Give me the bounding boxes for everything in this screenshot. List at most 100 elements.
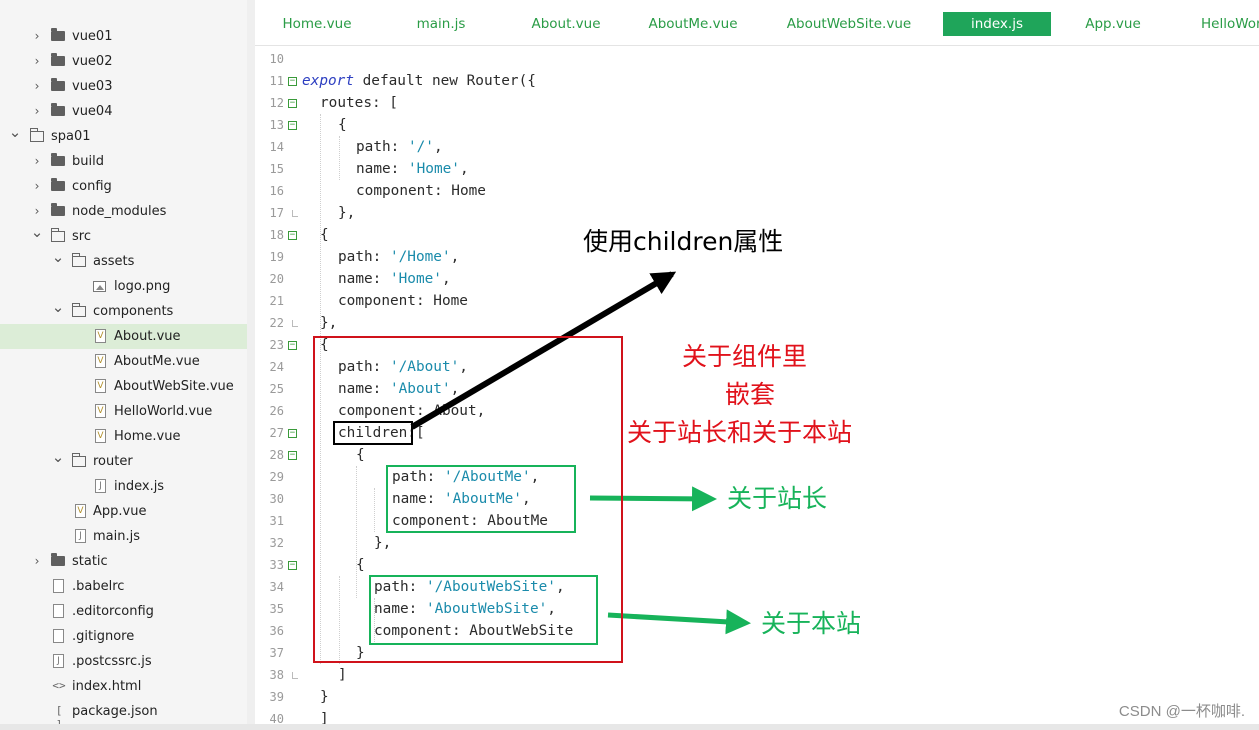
tree-item-src[interactable]: ⌄ src bbox=[0, 224, 247, 249]
code-line: export default new Router({ bbox=[302, 73, 536, 89]
tree-item-label: .gitignore bbox=[72, 629, 135, 644]
line-number: 30 bbox=[269, 492, 284, 506]
tree-item-label: main.js bbox=[93, 529, 140, 544]
fold-toggle-icon[interactable]: − bbox=[288, 99, 297, 108]
chevron-right-icon[interactable]: › bbox=[30, 53, 44, 69]
line-number: 12 bbox=[269, 96, 284, 110]
nested-title-line2: 嵌套 bbox=[725, 380, 776, 409]
folder-open-icon bbox=[71, 453, 86, 467]
tree-item-package-json[interactable]: [ ] package.json bbox=[0, 699, 247, 724]
tree-item-label: config bbox=[72, 179, 112, 194]
tree-item-components[interactable]: ⌄ components bbox=[0, 299, 247, 324]
code-line: { bbox=[320, 227, 329, 243]
line-number: 39 bbox=[269, 690, 284, 704]
chevron-right-icon[interactable]: › bbox=[30, 553, 44, 569]
tree-item-helloworld-vue[interactable]: V HelloWorld.vue bbox=[0, 399, 247, 424]
tree-item-config[interactable]: › config bbox=[0, 174, 247, 199]
tree-item-label: node_modules bbox=[72, 204, 167, 219]
json-file-icon: [ ] bbox=[55, 704, 63, 724]
tree-item-label: .babelrc bbox=[72, 579, 125, 594]
fold-end-marker bbox=[292, 210, 298, 217]
fold-toggle-icon[interactable]: − bbox=[288, 77, 297, 86]
tree-item-vue03[interactable]: › vue03 bbox=[0, 74, 247, 99]
tree-item-home-vue[interactable]: V Home.vue bbox=[0, 424, 247, 449]
fold-end-marker bbox=[292, 320, 298, 327]
line-number: 16 bbox=[269, 184, 284, 198]
tab-hellowor[interactable]: HelloWor bbox=[1201, 12, 1259, 36]
tree-item-logo-png[interactable]: logo.png bbox=[0, 274, 247, 299]
line-number: 24 bbox=[269, 360, 284, 374]
tree-item-vue02[interactable]: › vue02 bbox=[0, 49, 247, 74]
fold-toggle-icon[interactable]: − bbox=[288, 231, 297, 240]
tab-app-vue[interactable]: App.vue bbox=[1068, 12, 1158, 36]
folder-open-icon bbox=[50, 228, 65, 242]
plain-file-icon bbox=[53, 604, 64, 618]
code-line: name: 'Home', bbox=[338, 271, 451, 287]
tree-item-main-js[interactable]: Jmain.js bbox=[0, 524, 247, 549]
tree-item-label: App.vue bbox=[93, 504, 147, 519]
js-file-icon: J bbox=[95, 479, 106, 493]
fold-toggle-icon[interactable]: − bbox=[288, 121, 297, 130]
fold-toggle-icon[interactable]: − bbox=[288, 429, 297, 438]
tree-item-label: router bbox=[93, 454, 133, 469]
line-number: 19 bbox=[269, 250, 284, 264]
tree-item-label: vue02 bbox=[72, 54, 113, 69]
nested-title-line1: 关于组件里 bbox=[682, 342, 808, 371]
folder-open-icon bbox=[71, 303, 86, 317]
chevron-down-icon[interactable]: ⌄ bbox=[51, 299, 65, 315]
line-number: 28 bbox=[269, 448, 284, 462]
tree-item-gitignore[interactable]: .gitignore bbox=[0, 624, 247, 649]
fold-toggle-icon[interactable]: − bbox=[288, 561, 297, 570]
chevron-down-icon[interactable]: ⌄ bbox=[8, 124, 22, 140]
folder-icon bbox=[51, 153, 65, 166]
chevron-right-icon[interactable]: › bbox=[30, 153, 44, 169]
chevron-right-icon[interactable]: › bbox=[30, 178, 44, 194]
tab-main-js[interactable]: main.js bbox=[383, 12, 499, 36]
tree-item-label: logo.png bbox=[114, 279, 171, 294]
tree-item-aboutwebsite-vue[interactable]: V AboutWebSite.vue bbox=[0, 374, 247, 399]
tree-item-static[interactable]: › static bbox=[0, 549, 247, 574]
tree-item-about-vue[interactable]: V About.vue bbox=[0, 324, 247, 349]
code-line: } bbox=[320, 689, 329, 705]
tree-item-label: About.vue bbox=[114, 329, 181, 344]
tree-item-assets[interactable]: ⌄ assets bbox=[0, 249, 247, 274]
tab-aboutwebsite-vue[interactable]: AboutWebSite.vue bbox=[754, 12, 944, 36]
chevron-down-icon[interactable]: ⌄ bbox=[51, 249, 65, 265]
tree-item-vue04[interactable]: › vue04 bbox=[0, 99, 247, 124]
tree-item-index-html[interactable]: <> index.html bbox=[0, 674, 247, 699]
tree-item-node-modules[interactable]: › node_modules bbox=[0, 199, 247, 224]
chevron-down-icon[interactable]: ⌄ bbox=[51, 449, 65, 465]
line-number: 40 bbox=[269, 712, 284, 724]
tree-item-aboutme-vue[interactable]: V AboutMe.vue bbox=[0, 349, 247, 374]
tree-item-editorconfig[interactable]: .editorconfig bbox=[0, 599, 247, 624]
tree-item-spa01[interactable]: ⌄ spa01 bbox=[0, 124, 247, 149]
vue-file-icon: V bbox=[95, 404, 106, 418]
js-file-icon: J bbox=[53, 654, 64, 668]
tree-item-build[interactable]: › build bbox=[0, 149, 247, 174]
tree-item-label: assets bbox=[93, 254, 135, 269]
chevron-right-icon[interactable]: › bbox=[30, 78, 44, 94]
chevron-right-icon[interactable]: › bbox=[30, 103, 44, 119]
tree-item-app-vue[interactable]: V App.vue bbox=[0, 499, 247, 524]
fold-toggle-icon[interactable]: − bbox=[288, 341, 297, 350]
nested-title-line3: 关于站长和关于本站 bbox=[627, 418, 853, 447]
tree-item-router[interactable]: ⌄ router bbox=[0, 449, 247, 474]
js-file-icon: J bbox=[75, 529, 86, 543]
fold-toggle-icon[interactable]: − bbox=[288, 451, 297, 460]
tree-item-vue01[interactable]: › vue01 bbox=[0, 24, 247, 49]
tree-item-label: AboutWebSite.vue bbox=[114, 379, 234, 394]
chevron-down-icon[interactable]: ⌄ bbox=[30, 224, 44, 240]
code-line: ] bbox=[320, 711, 329, 724]
tree-item-postcssrc-js[interactable]: J .postcssrc.js bbox=[0, 649, 247, 674]
tab-home-vue[interactable]: Home.vue bbox=[255, 12, 379, 36]
tree-item-index-js[interactable]: Jindex.js bbox=[0, 474, 247, 499]
line-number: 11 bbox=[269, 74, 284, 88]
tree-item-babelrc[interactable]: .babelrc bbox=[0, 574, 247, 599]
sidebar-splitter[interactable] bbox=[247, 0, 255, 724]
code-line: }, bbox=[320, 315, 338, 331]
chevron-right-icon[interactable]: › bbox=[30, 28, 44, 44]
tree-item-label: Home.vue bbox=[114, 429, 181, 444]
tab-index-js[interactable]: index.js bbox=[943, 12, 1051, 36]
chevron-right-icon[interactable]: › bbox=[30, 203, 44, 219]
tab-aboutme-vue[interactable]: AboutMe.vue bbox=[610, 12, 776, 36]
